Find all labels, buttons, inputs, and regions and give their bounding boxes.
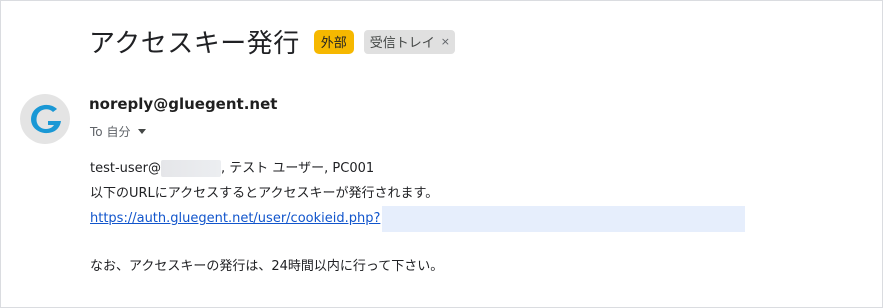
redacted-domain [161,160,222,177]
subject-row: アクセスキー発行 外部 受信トレイ × [89,23,455,60]
access-key-link[interactable]: https://auth.gluegent.net/user/cookieid.… [90,206,380,231]
email-view: アクセスキー発行 外部 受信トレイ × noreply@gluegent.net… [0,0,883,308]
redacted-link-params [382,205,746,232]
recipient-row[interactable]: To 自分 [90,123,147,140]
sender-avatar[interactable] [20,94,70,144]
body-note-line: なお、アクセスキーの発行は、24時間以内に行って下さい。 [90,254,745,279]
email-subject: アクセスキー発行 [89,29,300,59]
chevron-down-icon[interactable] [138,129,147,134]
remove-label-icon[interactable]: × [441,35,450,48]
greeting-suffix: , テスト ユーザー, PC001 [221,161,375,176]
email-body: test-user@ , テスト ユーザー, PC001 以下のURLにアクセス… [90,156,746,279]
instruction-text: 以下のURLにアクセスするとアクセスキーが発行されます。 [90,186,439,201]
label-inbox-text: 受信トレイ [369,35,435,51]
label-inbox-chip[interactable]: 受信トレイ × [363,29,455,54]
gluegent-logo-icon [20,94,70,144]
sender-email[interactable]: noreply@gluegent.net [89,95,277,113]
label-external-badge[interactable]: 外部 [313,29,354,54]
body-greeting-line: test-user@ , テスト ユーザー, PC001 [90,156,745,181]
recipient-text: To 自分 [90,125,131,139]
body-instruction-line: 以下のURLにアクセスするとアクセスキーが発行されます。 [90,181,745,206]
body-link-line: https://auth.gluegent.net/user/cookieid.… [90,205,746,232]
greeting-prefix: test-user@ [90,161,162,176]
note-text: なお、アクセスキーの発行は、24時間以内に行って下さい。 [90,259,444,274]
